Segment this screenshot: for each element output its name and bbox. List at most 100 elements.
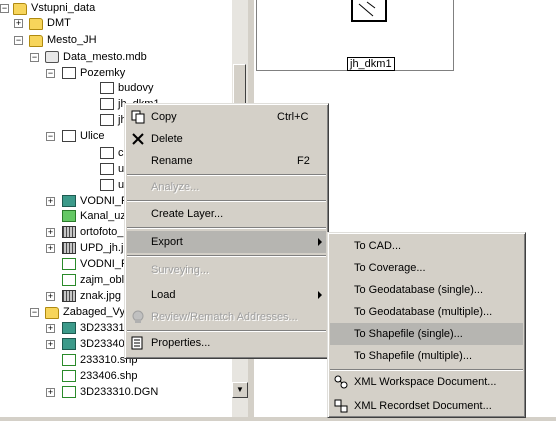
chevron-down-icon: ▼ [236, 385, 244, 394]
expand-icon[interactable]: + [46, 244, 55, 253]
expand-icon[interactable]: + [46, 340, 55, 349]
menu-item-shortcut: F2 [297, 155, 310, 167]
tree-item-budovy[interactable]: budovy [0, 80, 232, 96]
submenu-item-to-shapefile-multiple[interactable]: To Shapefile (multiple)... [330, 345, 523, 367]
menu-separator [127, 255, 326, 257]
coverage-icon [62, 322, 76, 334]
shapefile-icon [62, 274, 76, 286]
shapefile-icon [62, 386, 76, 398]
coverage-icon [62, 338, 76, 350]
feature-class-icon [100, 163, 114, 175]
tree-item-label: Vstupni_data [31, 2, 96, 14]
tree-item-label: ortofoto_ [80, 226, 124, 238]
menu-item-label: Rename [151, 155, 193, 167]
review-addresses-icon [131, 310, 145, 324]
raster-icon [62, 226, 76, 238]
menu-item-shortcut: Ctrl+C [277, 111, 309, 123]
scroll-down-button[interactable]: ▼ [232, 382, 248, 398]
menu-item-load[interactable]: Load [127, 284, 326, 306]
menu-item-label: To Shapefile (multiple)... [354, 350, 472, 362]
folder-icon [29, 35, 43, 47]
tree-item-label: Ulice [80, 130, 105, 142]
menu-item-export[interactable]: Export [127, 231, 326, 253]
menu-item-create-layer[interactable]: Create Layer... [127, 203, 326, 225]
menu-item-properties[interactable]: Properties... [127, 332, 326, 354]
expand-icon[interactable]: + [46, 228, 55, 237]
point-layer-icon [62, 210, 76, 222]
collapse-icon[interactable]: − [0, 4, 9, 13]
context-menu[interactable]: Copy Ctrl+C Delete Rename F2 Analyze... … [124, 103, 329, 359]
feature-class-icon [100, 82, 114, 94]
preview-thumbnail[interactable]: jh_dkm1 [256, 0, 454, 71]
menu-item-label: Create Layer... [151, 208, 224, 220]
menu-item-label: Load [151, 289, 176, 301]
menu-item-delete[interactable]: Delete [127, 128, 326, 150]
tree-item-233406-shp[interactable]: 233406.shp [0, 368, 232, 384]
tree-item-label: UPD_jh.jp [80, 242, 130, 254]
tree-item-mesto-jh[interactable]: − Mesto_JH [0, 32, 232, 48]
tree-item-label: Data_mesto.mdb [63, 51, 147, 63]
menu-item-label: Delete [151, 133, 183, 145]
submenu-item-xml-recordset[interactable]: XML Recordset Document... [330, 395, 523, 417]
tree-item-3d233310-dgn[interactable]: + 3D233310.DGN [0, 384, 232, 400]
menu-item-label: Surveying... [151, 264, 210, 276]
tree-item-label: DMT [47, 17, 71, 29]
export-submenu[interactable]: To CAD... To Coverage... To Geodatabase … [327, 232, 526, 418]
shapefile-icon [62, 258, 76, 270]
menu-item-label: Copy [151, 111, 177, 123]
menu-item-label: To CAD... [354, 240, 402, 252]
feature-class-icon [100, 147, 114, 159]
submenu-item-to-geodatabase-multiple[interactable]: To Geodatabase (multiple)... [330, 301, 523, 323]
collapse-icon[interactable]: − [46, 132, 55, 141]
menu-item-review-rematch: Review/Rematch Addresses... [127, 306, 326, 328]
raster-icon [62, 290, 76, 302]
shapefile-icon [62, 370, 76, 382]
submenu-item-xml-workspace[interactable]: XML Workspace Document... [330, 371, 523, 393]
expand-icon[interactable]: + [14, 19, 23, 28]
tree-item-dmt[interactable]: + DMT [0, 15, 232, 31]
xml-recordset-icon [334, 399, 348, 413]
folder-icon [13, 3, 27, 15]
submenu-item-to-cad[interactable]: To CAD... [330, 235, 523, 257]
feature-class-icon [100, 179, 114, 191]
tree-item-pozemky[interactable]: − Pozemky [0, 65, 232, 81]
xml-workspace-icon [334, 375, 348, 389]
menu-separator [127, 200, 326, 202]
folder-icon [45, 307, 59, 319]
feature-dataset-icon [62, 130, 76, 142]
submenu-arrow-icon [318, 238, 322, 246]
properties-icon [131, 336, 145, 350]
submenu-item-to-geodatabase-single[interactable]: To Geodatabase (single)... [330, 279, 523, 301]
expand-icon[interactable]: + [46, 292, 55, 301]
tree-item-label: Zabaged_Vysl [63, 306, 133, 318]
collapse-icon[interactable]: − [46, 69, 55, 78]
tree-item-label: znak.jpg [80, 290, 121, 302]
expand-icon[interactable]: + [46, 197, 55, 206]
tree-item-data-mesto-mdb[interactable]: − Data_mesto.mdb [0, 49, 232, 65]
submenu-item-to-coverage[interactable]: To Coverage... [330, 257, 523, 279]
tree-item-label: 233406.shp [80, 370, 138, 382]
collapse-icon[interactable]: − [30, 308, 39, 317]
tree-item-vstupni-data[interactable]: − Vstupni_data [0, 0, 232, 16]
expand-icon[interactable]: + [46, 324, 55, 333]
menu-item-label: Review/Rematch Addresses... [151, 311, 298, 323]
tree-item-label: Mesto_JH [47, 34, 97, 46]
feature-dataset-icon [62, 67, 76, 79]
tree-item-label: Pozemky [80, 67, 126, 79]
tree-item-label: 3D233310.DGN [80, 386, 159, 398]
menu-item-label: Export [151, 236, 183, 248]
menu-item-label: To Shapefile (single)... [354, 328, 463, 340]
menu-item-label: Properties... [151, 337, 211, 349]
coverage-icon [62, 195, 76, 207]
submenu-item-to-shapefile-single[interactable]: To Shapefile (single)... [330, 323, 523, 345]
menu-item-rename[interactable]: Rename F2 [127, 150, 326, 172]
menu-item-label: To Geodatabase (multiple)... [354, 306, 493, 318]
collapse-icon[interactable]: − [14, 36, 23, 45]
collapse-icon[interactable]: − [30, 53, 39, 62]
menu-item-copy[interactable]: Copy Ctrl+C [127, 106, 326, 128]
copy-icon [131, 110, 145, 124]
feature-class-icon [100, 98, 114, 110]
expand-icon[interactable]: + [46, 388, 55, 397]
menu-item-surveying: Surveying... [127, 259, 326, 281]
submenu-arrow-icon [318, 291, 322, 299]
